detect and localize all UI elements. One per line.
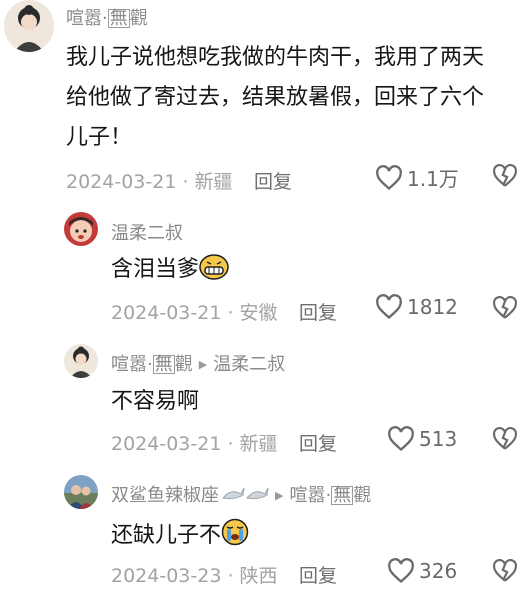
comment-date: 2024-03-23 [111, 565, 222, 587]
comment-date: 2024-03-21 [66, 171, 177, 193]
dislike-button[interactable] [492, 163, 518, 192]
comment-meta: 2024-03-21 · 安徽 [111, 302, 278, 324]
reply-button[interactable]: 回复 [299, 298, 337, 325]
reply-button[interactable]: 回复 [299, 561, 337, 588]
reply-arrow-icon: ▶ [198, 358, 208, 371]
heart-icon [376, 164, 402, 190]
heart-icon [388, 426, 414, 452]
dislike-button[interactable] [492, 426, 518, 455]
broken-heart-icon [493, 558, 517, 582]
comment-content: 还缺儿子不 [111, 518, 249, 556]
like-count: 1812 [407, 295, 458, 319]
reply-button[interactable]: 回复 [299, 429, 337, 456]
like-count: 326 [419, 559, 458, 583]
like-button[interactable]: 1.1万 [375, 163, 459, 192]
broken-heart-icon [493, 295, 517, 319]
comment-date: 2024-03-21 [111, 302, 222, 324]
heart-icon [376, 294, 402, 320]
reply-arrow-icon: ▶ [275, 489, 284, 502]
avatar[interactable] [64, 212, 98, 246]
shark-icon [221, 484, 269, 509]
avatar[interactable] [64, 344, 98, 378]
reply-button[interactable]: 回复 [254, 167, 292, 194]
author-name-box: 無 [107, 8, 130, 29]
author-name[interactable]: 双鲨鱼辣椒座 ▶ 喧嚣· 無觀 [111, 481, 371, 509]
heart-icon [388, 558, 414, 584]
author-name[interactable]: 温柔二叔 [111, 219, 183, 245]
author-name[interactable]: 喧嚣· 無觀 [66, 4, 148, 30]
reply-to-name[interactable]: 温柔二叔 [213, 354, 285, 375]
author-name[interactable]: 喧嚣· 無觀 ▶ 温柔二叔 [111, 350, 285, 376]
broken-heart-icon [493, 426, 517, 450]
broken-heart-icon [493, 163, 517, 187]
comment-content: 不容易啊 [111, 389, 200, 414]
like-count: 1.1万 [407, 167, 459, 191]
comment-meta: 2024-03-21 · 新疆 [66, 171, 233, 193]
reply-to-name[interactable]: 喧嚣· 無觀 [289, 485, 371, 506]
dislike-button[interactable] [492, 558, 518, 587]
dislike-button[interactable] [492, 295, 518, 324]
crying-emoji [221, 518, 249, 556]
grin-emoji [199, 254, 229, 290]
comment-location: 陕西 [239, 565, 278, 587]
comment-meta: 2024-03-21 · 新疆 [111, 433, 278, 455]
comment-content: 含泪当爹 [111, 254, 229, 290]
comment-date: 2024-03-21 [111, 433, 222, 455]
comment-location: 新疆 [239, 433, 278, 455]
like-count: 513 [419, 427, 458, 451]
comment-location: 新疆 [194, 171, 233, 193]
avatar[interactable] [4, 0, 54, 52]
comment-meta: 2024-03-23 · 陕西 [111, 565, 278, 587]
author-name-box: 無 [152, 354, 175, 375]
like-button[interactable]: 513 [387, 426, 457, 452]
comment-location: 安徽 [239, 302, 278, 324]
like-button[interactable]: 326 [387, 558, 457, 584]
like-button[interactable]: 1812 [375, 294, 458, 320]
avatar[interactable] [64, 475, 98, 509]
comment-content: 我儿子说他想吃我做的牛肉干，我用了两天 给他做了寄过去，结果放暑假，回来了六个 … [66, 45, 485, 150]
